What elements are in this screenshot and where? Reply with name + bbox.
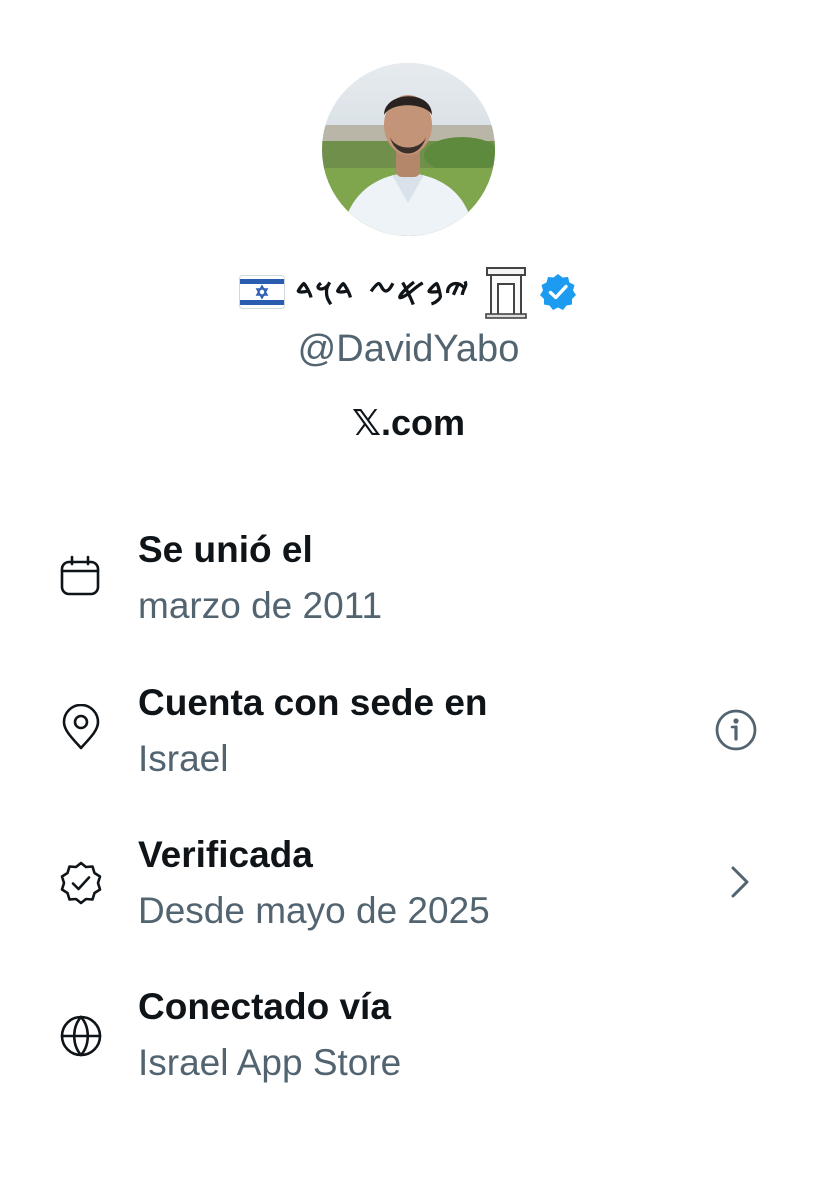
info-label: Conectado vía xyxy=(138,986,391,1027)
calendar-icon xyxy=(60,555,100,596)
username-handle: @DavidYabo xyxy=(297,328,520,370)
israel-flag-icon xyxy=(239,275,286,309)
display-name: 𐤉𐤁𐤀𐤆 𐤃𐤅𐤃 xyxy=(295,270,470,314)
info-icon[interactable] xyxy=(714,708,758,752)
info-label: Verificada xyxy=(138,834,313,875)
avatar-photo xyxy=(322,63,495,236)
info-label: Se unió el xyxy=(138,529,313,570)
info-row-location: Cuenta con sede en Israel xyxy=(0,678,817,788)
verified-badge-icon[interactable] xyxy=(538,272,578,312)
about-account-page: 𐤉𐤁𐤀𐤆 𐤃𐤅𐤃 @DavidYabo 𝕏.com Se unió el mar… xyxy=(0,0,817,1200)
globe-icon xyxy=(60,1015,102,1057)
info-value: marzo de 2011 xyxy=(138,585,383,626)
info-value: Israel App Store xyxy=(138,1042,402,1083)
info-value: Desde mayo de 2025 xyxy=(138,890,490,931)
display-name-row: 𐤉𐤁𐤀𐤆 𐤃𐤅𐤃 xyxy=(0,262,817,322)
avatar[interactable] xyxy=(322,63,495,236)
verified-outline-icon xyxy=(60,861,102,905)
site-label: 𝕏.com xyxy=(351,402,466,443)
info-row-joined: Se unió el marzo de 2011 xyxy=(0,525,817,635)
gate-icon xyxy=(485,267,527,319)
info-row-verified[interactable]: Verificada Desde mayo de 2025 xyxy=(0,830,817,940)
info-value: Israel xyxy=(138,738,229,779)
chevron-right-icon[interactable] xyxy=(718,860,762,904)
info-label: Cuenta con sede en xyxy=(138,682,488,723)
info-row-connected-via: Conectado vía Israel App Store xyxy=(0,982,817,1092)
location-pin-icon xyxy=(62,704,100,750)
